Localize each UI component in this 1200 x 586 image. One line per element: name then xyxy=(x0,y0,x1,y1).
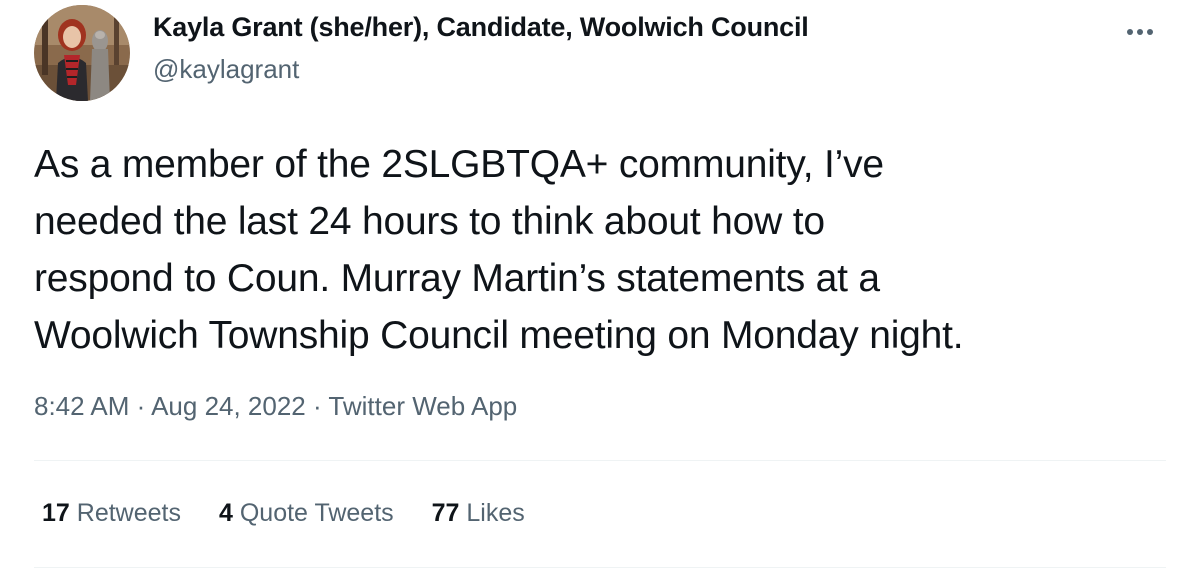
tweet-meta: 8:42 AM · Aug 24, 2022 · Twitter Web App xyxy=(34,391,517,422)
likes-label: Likes xyxy=(466,499,525,527)
tweet-time[interactable]: 8:42 AM xyxy=(34,391,129,421)
tweet-date[interactable]: Aug 24, 2022 xyxy=(151,391,306,421)
retweets-label: Retweets xyxy=(76,499,181,527)
tweet-card: Kayla Grant (she/her), Candidate, Woolwi… xyxy=(0,0,1200,586)
more-options-icon xyxy=(1116,14,1164,50)
retweets-stat[interactable]: 17 Retweets xyxy=(42,499,181,528)
more-options-button[interactable] xyxy=(1116,14,1164,50)
meta-separator: · xyxy=(129,391,152,421)
quote-tweets-label: Quote Tweets xyxy=(239,499,394,527)
retweets-count: 17 xyxy=(42,499,70,527)
divider xyxy=(34,567,1166,568)
quote-tweets-stat[interactable]: 4 Quote Tweets xyxy=(219,499,394,528)
meta-separator: · xyxy=(305,391,329,421)
author-handle[interactable]: @kaylagrant xyxy=(153,54,299,85)
avatar-photo xyxy=(34,5,130,101)
tweet-source[interactable]: Twitter Web App xyxy=(328,391,517,421)
likes-count: 77 xyxy=(431,499,460,527)
quote-tweets-count: 4 xyxy=(218,499,233,527)
engagement-stats: 17 Retweets 4 Quote Tweets 77 Likes xyxy=(42,499,563,528)
avatar[interactable] xyxy=(34,5,130,101)
divider xyxy=(34,460,1166,461)
tweet-text: As a member of the 2SLGBTQA+ community, … xyxy=(34,143,964,357)
author-name[interactable]: Kayla Grant (she/her), Candidate, Woolwi… xyxy=(153,12,809,43)
likes-stat[interactable]: 77 Likes xyxy=(432,499,525,528)
